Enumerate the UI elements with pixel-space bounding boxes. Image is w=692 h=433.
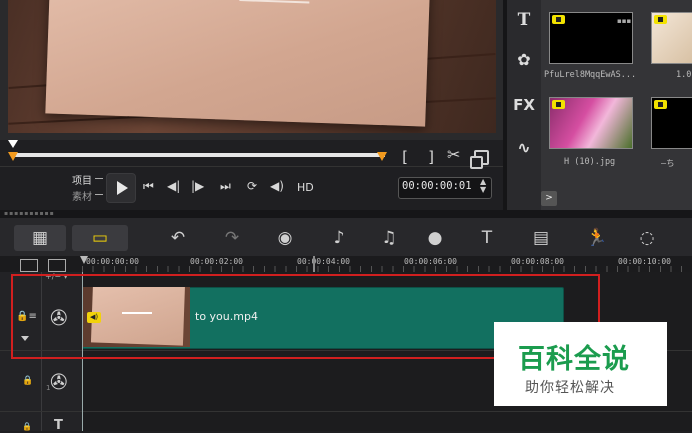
video-badge-icon: [654, 15, 667, 24]
play-button[interactable]: [106, 173, 136, 203]
preview-video[interactable]: [8, 0, 496, 133]
audio-waveform-icon[interactable]: ♪: [326, 228, 352, 248]
lock-icon[interactable]: 🔒: [22, 376, 33, 386]
thumbnail-label: H (10).jpg: [564, 157, 616, 167]
grip-icon[interactable]: ▪▪▪▪▪▪▪▪▪▪: [4, 210, 55, 217]
volume-icon[interactable]: ◀): [270, 179, 284, 193]
mode-divider: [95, 178, 103, 179]
hd-button[interactable]: HD: [297, 181, 314, 194]
undo-icon[interactable]: ↶: [165, 228, 191, 248]
thumbnail-dots: ▪▪▪: [617, 17, 632, 25]
thumbnail-label: PfuLrel8MqqEwAS...: [544, 70, 637, 80]
ruler-label: 00:00:06:00: [404, 257, 457, 266]
repeat-icon[interactable]: ⟳: [247, 179, 257, 193]
film-reel-icon: ✇: [50, 370, 68, 394]
watermark-subtitle: 助你轻松解决: [525, 380, 615, 396]
speed-icon[interactable]: 🏃: [584, 228, 610, 248]
image-badge-icon: [552, 100, 565, 109]
fx-icon[interactable]: FX: [507, 96, 541, 114]
mode-divider: [95, 194, 103, 195]
next-frame-icon[interactable]: |▶: [191, 179, 204, 193]
zoom-fit-icon[interactable]: ◌: [634, 228, 660, 248]
ruler-label: 00:00:00:00: [86, 257, 139, 266]
mode-project-label[interactable]: 项目: [72, 172, 92, 187]
film-icon[interactable]: ▦: [27, 228, 53, 248]
library-expand-button[interactable]: >: [541, 191, 557, 206]
mark-in-button[interactable]: [: [400, 149, 410, 165]
timecode-value: 00:00:00:01: [402, 180, 472, 192]
split-bar[interactable]: [0, 210, 692, 218]
timecode-spinner-icon[interactable]: ▲ ▼: [480, 178, 486, 194]
trim-end-marker[interactable]: [377, 152, 387, 161]
scrubber-track[interactable]: [11, 153, 385, 157]
record-capture-icon[interactable]: ◉: [272, 228, 298, 248]
ruler-label: 00:00:02:00: [190, 257, 243, 266]
thumbnail-label: 1.0: [676, 70, 692, 80]
chapter-icon[interactable]: [48, 259, 66, 272]
motion-tracking-icon[interactable]: ●: [422, 228, 448, 248]
hover-cursor: [313, 256, 315, 272]
trim-start-marker[interactable]: [8, 152, 18, 161]
thumbnail-label: —ち: [661, 159, 675, 169]
video-card: [45, 0, 431, 127]
go-to-end-icon[interactable]: ⏭: [220, 179, 231, 194]
title-icon[interactable]: T: [507, 10, 541, 30]
redo-icon[interactable]: ↷: [219, 228, 245, 248]
sound-mixer-icon[interactable]: ♫: [376, 228, 402, 248]
playhead-marker[interactable]: [8, 140, 18, 148]
ruler-label: 00:00:08:00: [511, 257, 564, 266]
video-badge-icon: [654, 100, 667, 109]
multi-camera-icon[interactable]: ▤: [528, 228, 554, 248]
path-icon[interactable]: ∿: [507, 138, 541, 157]
mark-out-button[interactable]: ]: [426, 149, 436, 165]
copy-icon[interactable]: [470, 150, 489, 169]
timeline-playhead[interactable]: [80, 256, 88, 264]
video-badge-icon: [552, 15, 565, 24]
scissors-icon[interactable]: ✂: [447, 147, 460, 163]
ruler-label: 00:00:04:00: [297, 257, 350, 266]
media-icon[interactable]: ✿: [507, 50, 541, 69]
go-to-start-icon[interactable]: ⏮: [143, 179, 154, 194]
ruler-label: 00:00:10:00: [618, 257, 671, 266]
timeline-icon[interactable]: ▭: [87, 228, 113, 248]
subtitle-icon[interactable]: T: [474, 228, 500, 248]
track-number: 1: [46, 384, 51, 392]
previous-frame-icon[interactable]: ◀|: [167, 179, 180, 193]
lock-icon[interactable]: 🔒: [22, 422, 32, 431]
track-manager-icon[interactable]: [20, 259, 38, 272]
video-card-line: [239, 0, 310, 4]
watermark-title: 百科全说: [518, 344, 630, 375]
divider: [0, 166, 503, 167]
mode-clip-label[interactable]: 素材: [72, 188, 92, 203]
